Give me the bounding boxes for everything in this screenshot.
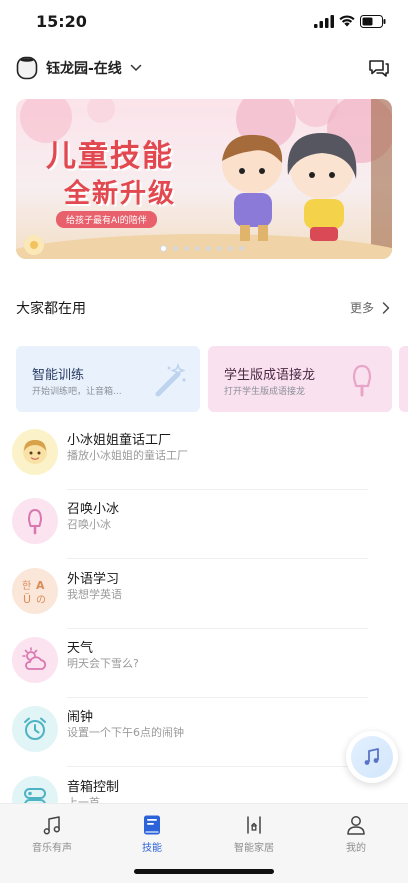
svg-text:の: の: [36, 595, 46, 606]
alarm-clock-icon: [12, 706, 58, 753]
signal-icon: [314, 15, 334, 28]
status-bar: 15:20: [0, 0, 408, 44]
list-item[interactable]: 天气 明天会下雪么?: [0, 629, 408, 698]
list-item-title: 小冰姐姐童话工厂: [67, 433, 172, 448]
chevron-right-icon: [382, 301, 390, 314]
list-item-subtitle: 召唤小冰: [67, 518, 111, 532]
tab-music[interactable]: 音乐有声: [16, 814, 88, 854]
smart-home-icon: [247, 816, 261, 834]
messages-icon[interactable]: [368, 57, 390, 79]
person-icon: [347, 816, 365, 835]
skill-card-smart-training[interactable]: 智能训练 开始训练吧，让音箱...: [16, 346, 200, 412]
list-item-title: 天气: [67, 640, 94, 656]
pagination-dot[interactable]: [217, 246, 222, 251]
weather-icon: [12, 636, 58, 683]
chevron-down-icon: [130, 64, 142, 71]
smart-speaker-icon: [16, 56, 38, 80]
card-title: 智能训练: [32, 368, 85, 383]
device-name: 钰龙园-在线: [46, 61, 122, 77]
list-item[interactable]: 召唤小冰 召唤小冰: [0, 490, 408, 560]
wifi-icon: [339, 15, 355, 27]
pagination-dot[interactable]: [195, 246, 200, 251]
svg-text:A: A: [36, 579, 45, 592]
language-icon: 한AÜの: [12, 567, 58, 614]
section-title: 大家都在用: [16, 301, 86, 317]
list-item-title: 外语学习: [67, 571, 120, 587]
list-item[interactable]: 한 A Ü の外语学习 我想学英语: [0, 560, 408, 629]
skill-card-next[interactable]: [399, 346, 408, 412]
more-link[interactable]: 更多: [350, 299, 390, 316]
home-indicator: [134, 869, 274, 874]
skill-card-idiom-chain[interactable]: 学生版成语接龙 打开学生版成语接龙: [208, 346, 392, 412]
svg-text:한: 한: [22, 580, 31, 592]
list-item[interactable]: 小冰姐姐童话工厂 播放小冰姐姐的童话工厂: [0, 421, 408, 490]
svg-text:Ü: Ü: [23, 593, 31, 606]
pagination-dot[interactable]: [228, 246, 233, 251]
card-subtitle: 打开学生版成语接龙: [224, 387, 306, 397]
tab-skills[interactable]: 技能: [116, 814, 188, 854]
tab-smart-home[interactable]: 智能家居: [218, 814, 290, 854]
banner-title-line2: 全新升级: [64, 179, 177, 209]
pagination-dot[interactable]: [173, 246, 178, 251]
promo-banner[interactable]: 儿童技能 全新升级 给孩子最有AI的陪伴: [16, 99, 392, 259]
device-selector[interactable]: 钰龙园-在线: [16, 54, 142, 82]
banner-pagination[interactable]: [160, 245, 244, 252]
tab-label: 音乐有声: [32, 843, 72, 854]
more-label: 更多: [350, 301, 375, 315]
popsicle-icon: [352, 364, 372, 397]
book-icon: [144, 815, 160, 835]
floating-player-inner: [351, 736, 393, 778]
tab-me[interactable]: 我的: [320, 814, 392, 854]
music-note-icon: [43, 816, 60, 835]
list-item-subtitle: 设置一个下午6点的闹钟: [67, 726, 184, 740]
tab-label: 我的: [346, 843, 366, 854]
pagination-dot[interactable]: [239, 246, 244, 251]
floating-player-button[interactable]: [346, 731, 398, 783]
magic-wand-icon: [155, 362, 186, 397]
tab-label: 智能家居: [234, 843, 274, 854]
popsicle-icon: [12, 498, 58, 545]
card-subtitle: 开始训练吧，让音箱...: [32, 387, 122, 397]
pagination-dot[interactable]: [160, 245, 167, 252]
status-time: 15:20: [36, 12, 87, 31]
music-note-icon: [364, 748, 379, 765]
list-item-subtitle: 明天会下雪么?: [67, 656, 139, 670]
list-item-title: 音箱控制: [67, 779, 120, 795]
list-item-title: 闹钟: [67, 710, 94, 726]
card-title: 学生版成语接龙: [224, 368, 316, 383]
banner-tagline: 给孩子最有AI的陪伴: [56, 211, 157, 228]
pagination-dot[interactable]: [184, 246, 189, 251]
banner-title-line1: 儿童技能: [46, 139, 174, 174]
battery-icon: [360, 15, 386, 28]
girl-avatar-icon: [12, 429, 58, 475]
list-item-title: 召唤小冰: [67, 502, 120, 518]
list-item-subtitle: 播放小冰姐姐的童话工厂: [67, 449, 188, 462]
pagination-dot[interactable]: [206, 246, 211, 251]
tab-label: 技能: [142, 843, 162, 854]
list-item-subtitle: 我想学英语: [67, 587, 122, 601]
